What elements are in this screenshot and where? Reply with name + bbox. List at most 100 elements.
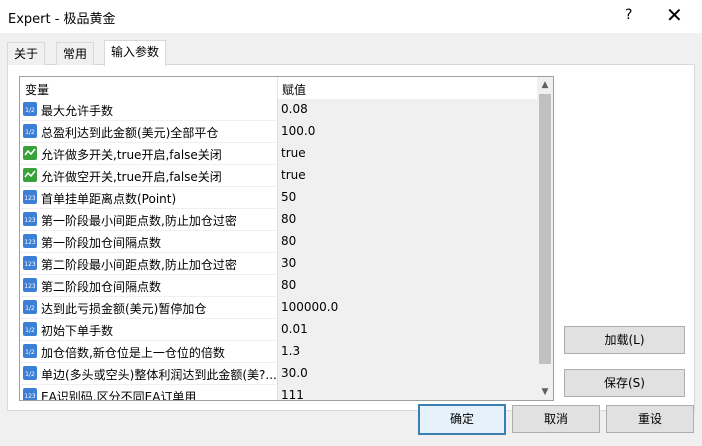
save-button[interactable]: 保存(S) (564, 369, 685, 397)
scroll-up-arrow-icon[interactable]: ▲ (537, 77, 553, 93)
table-row[interactable]: 1/2 最大允许手数 0.08 (20, 99, 537, 121)
tab-common[interactable]: 常用 (56, 42, 95, 65)
integer-icon: 123 (23, 234, 37, 248)
svg-text:123: 123 (24, 283, 36, 290)
table-row[interactable]: 允许做空开关,true开启,false关闭 true (20, 165, 537, 187)
parameter-value[interactable]: true (281, 146, 306, 160)
table-row[interactable]: 123 第一阶段加仓间隔点数 80 (20, 231, 537, 253)
table-row[interactable]: 123 第二阶段最小间距点数,防止加仓过密 30 (20, 253, 537, 275)
parameter-value[interactable]: 80 (281, 234, 296, 248)
parameter-value-cell[interactable]: 80 (278, 275, 537, 296)
tab-about[interactable]: 关于 (7, 42, 46, 65)
parameter-value[interactable]: 30.0 (281, 366, 308, 380)
table-row[interactable]: 1/2 加仓倍数,新仓位是上一仓位的倍数 1.3 (20, 341, 537, 363)
ok-button[interactable]: 确定 (418, 404, 506, 435)
table-row[interactable]: 123 第二阶段加仓间隔点数 80 (20, 275, 537, 297)
vertical-scrollbar[interactable]: ▲ ▼ (537, 77, 553, 400)
tab-inputs[interactable]: 输入参数 (104, 40, 167, 66)
parameter-value[interactable]: 30 (281, 256, 296, 270)
parameter-value[interactable]: 50 (281, 190, 296, 204)
parameter-name: 单边(多头或空头)整体利润达到此金额(美?... (41, 368, 277, 382)
table-row[interactable]: 123 首单挂单距离点数(Point) 50 (20, 187, 537, 209)
parameter-value-cell[interactable]: true (278, 165, 537, 186)
integer-icon: 123 (23, 212, 37, 226)
parameter-value[interactable]: 1.3 (281, 344, 300, 358)
parameter-name-cell[interactable]: 123 第一阶段加仓间隔点数 (20, 231, 278, 252)
svg-text:123: 123 (24, 195, 36, 202)
parameter-name-cell[interactable]: 123 第二阶段加仓间隔点数 (20, 275, 278, 296)
parameter-value[interactable]: 0.08 (281, 102, 308, 116)
parameter-name: 达到此亏损金额(美元)暂停加仓 (41, 302, 207, 316)
parameter-name-cell[interactable]: 1/2 加仓倍数,新仓位是上一仓位的倍数 (20, 341, 278, 362)
table-row[interactable]: 1/2 单边(多头或空头)整体利润达到此金额(美?... 30.0 (20, 363, 537, 385)
decimal-icon: 1/2 (23, 344, 37, 358)
decimal-icon: 1/2 (23, 124, 37, 138)
grid-rows: 1/2 最大允许手数 0.08 1/2 总盈利达到此金额(美元)全部平仓 100.0 允许做… (20, 99, 537, 401)
svg-text:1/2: 1/2 (25, 129, 35, 136)
parameter-value[interactable]: 100.0 (281, 124, 315, 138)
parameter-name-cell[interactable]: 123 首单挂单距离点数(Point) (20, 187, 278, 208)
cancel-button[interactable]: 取消 (512, 405, 600, 433)
parameter-value-cell[interactable]: true (278, 143, 537, 164)
parameter-value[interactable]: 111 (281, 388, 304, 400)
parameter-name: 第一阶段加仓间隔点数 (41, 236, 162, 250)
parameter-grid: 变量 赋值 1/2 最大允许手数 0.08 1/2 总盈利达到此金额(美元)全部平仓 10… (19, 76, 554, 401)
parameter-value[interactable]: 100000.0 (281, 300, 338, 314)
parameter-value-cell[interactable]: 80 (278, 231, 537, 252)
parameter-name-cell[interactable]: 1/2 单边(多头或空头)整体利润达到此金额(美?... (20, 363, 278, 384)
table-row[interactable]: 123 第一阶段最小间距点数,防止加仓过密 80 (20, 209, 537, 231)
table-row[interactable]: 123 EA识别码,区分不同EA订单用 111 (20, 385, 537, 401)
parameter-value[interactable]: true (281, 168, 306, 182)
reset-button[interactable]: 重设 (606, 405, 694, 433)
parameter-name-cell[interactable]: 允许做多开关,true开启,false关闭 (20, 143, 278, 164)
column-separator[interactable] (277, 77, 278, 99)
scroll-down-arrow-icon[interactable]: ▼ (537, 384, 553, 400)
integer-icon: 123 (23, 388, 37, 400)
parameter-value-cell[interactable]: 1.3 (278, 341, 537, 362)
parameter-value-cell[interactable]: 100.0 (278, 121, 537, 142)
parameter-name-cell[interactable]: 123 第一阶段最小间距点数,防止加仓过密 (20, 209, 278, 230)
parameter-name: 加仓倍数,新仓位是上一仓位的倍数 (41, 346, 225, 360)
decimal-icon: 1/2 (23, 366, 37, 380)
table-row[interactable]: 1/2 总盈利达到此金额(美元)全部平仓 100.0 (20, 121, 537, 143)
parameter-name: 总盈利达到此金额(美元)全部平仓 (41, 126, 219, 140)
parameter-name-cell[interactable]: 1/2 最大允许手数 (20, 99, 278, 120)
parameter-value-cell[interactable]: 111 (278, 385, 537, 400)
svg-text:123: 123 (24, 239, 36, 246)
parameter-value-cell[interactable]: 100000.0 (278, 297, 537, 318)
parameter-name: 允许做多开关,true开启,false关闭 (41, 148, 222, 162)
parameter-name-cell[interactable]: 123 EA识别码,区分不同EA订单用 (20, 385, 278, 401)
parameter-value-cell[interactable]: 50 (278, 187, 537, 208)
decimal-icon: 1/2 (23, 102, 37, 116)
parameter-name-cell[interactable]: 1/2 达到此亏损金额(美元)暂停加仓 (20, 297, 278, 318)
window-title: Expert - 极品黄金 (8, 12, 116, 27)
table-row[interactable]: 1/2 初始下单手数 0.01 (20, 319, 537, 341)
svg-text:123: 123 (24, 217, 36, 224)
grid-header: 变量 赋值 (20, 77, 537, 100)
parameter-value-cell[interactable]: 80 (278, 209, 537, 230)
column-header-value[interactable]: 赋值 (282, 81, 306, 98)
parameter-name-cell[interactable]: 允许做空开关,true开启,false关闭 (20, 165, 278, 186)
help-button[interactable]: ? (625, 7, 632, 23)
parameter-name-cell[interactable]: 1/2 总盈利达到此金额(美元)全部平仓 (20, 121, 278, 142)
parameter-name-cell[interactable]: 123 第二阶段最小间距点数,防止加仓过密 (20, 253, 278, 274)
parameter-name: 第二阶段最小间距点数,防止加仓过密 (41, 258, 237, 272)
parameter-name-cell[interactable]: 1/2 初始下单手数 (20, 319, 278, 340)
parameter-value-cell[interactable]: 0.08 (278, 99, 537, 120)
parameter-value[interactable]: 0.01 (281, 322, 308, 336)
parameter-name: 允许做空开关,true开启,false关闭 (41, 170, 222, 184)
scrollbar-thumb[interactable] (539, 94, 551, 364)
column-header-variable[interactable]: 变量 (25, 81, 49, 98)
parameter-name: 初始下单手数 (41, 324, 114, 338)
load-button[interactable]: 加载(L) (564, 326, 685, 354)
table-row[interactable]: 允许做多开关,true开启,false关闭 true (20, 143, 537, 165)
parameter-value[interactable]: 80 (281, 212, 296, 226)
table-row[interactable]: 1/2 达到此亏损金额(美元)暂停加仓 100000.0 (20, 297, 537, 319)
parameter-value-cell[interactable]: 30.0 (278, 363, 537, 384)
parameter-value-cell[interactable]: 30 (278, 253, 537, 274)
close-button[interactable]: ✕ (666, 3, 683, 27)
boolean-icon (23, 168, 37, 182)
parameter-value[interactable]: 80 (281, 278, 296, 292)
parameter-value-cell[interactable]: 0.01 (278, 319, 537, 340)
parameter-name: EA识别码,区分不同EA订单用 (41, 390, 197, 401)
